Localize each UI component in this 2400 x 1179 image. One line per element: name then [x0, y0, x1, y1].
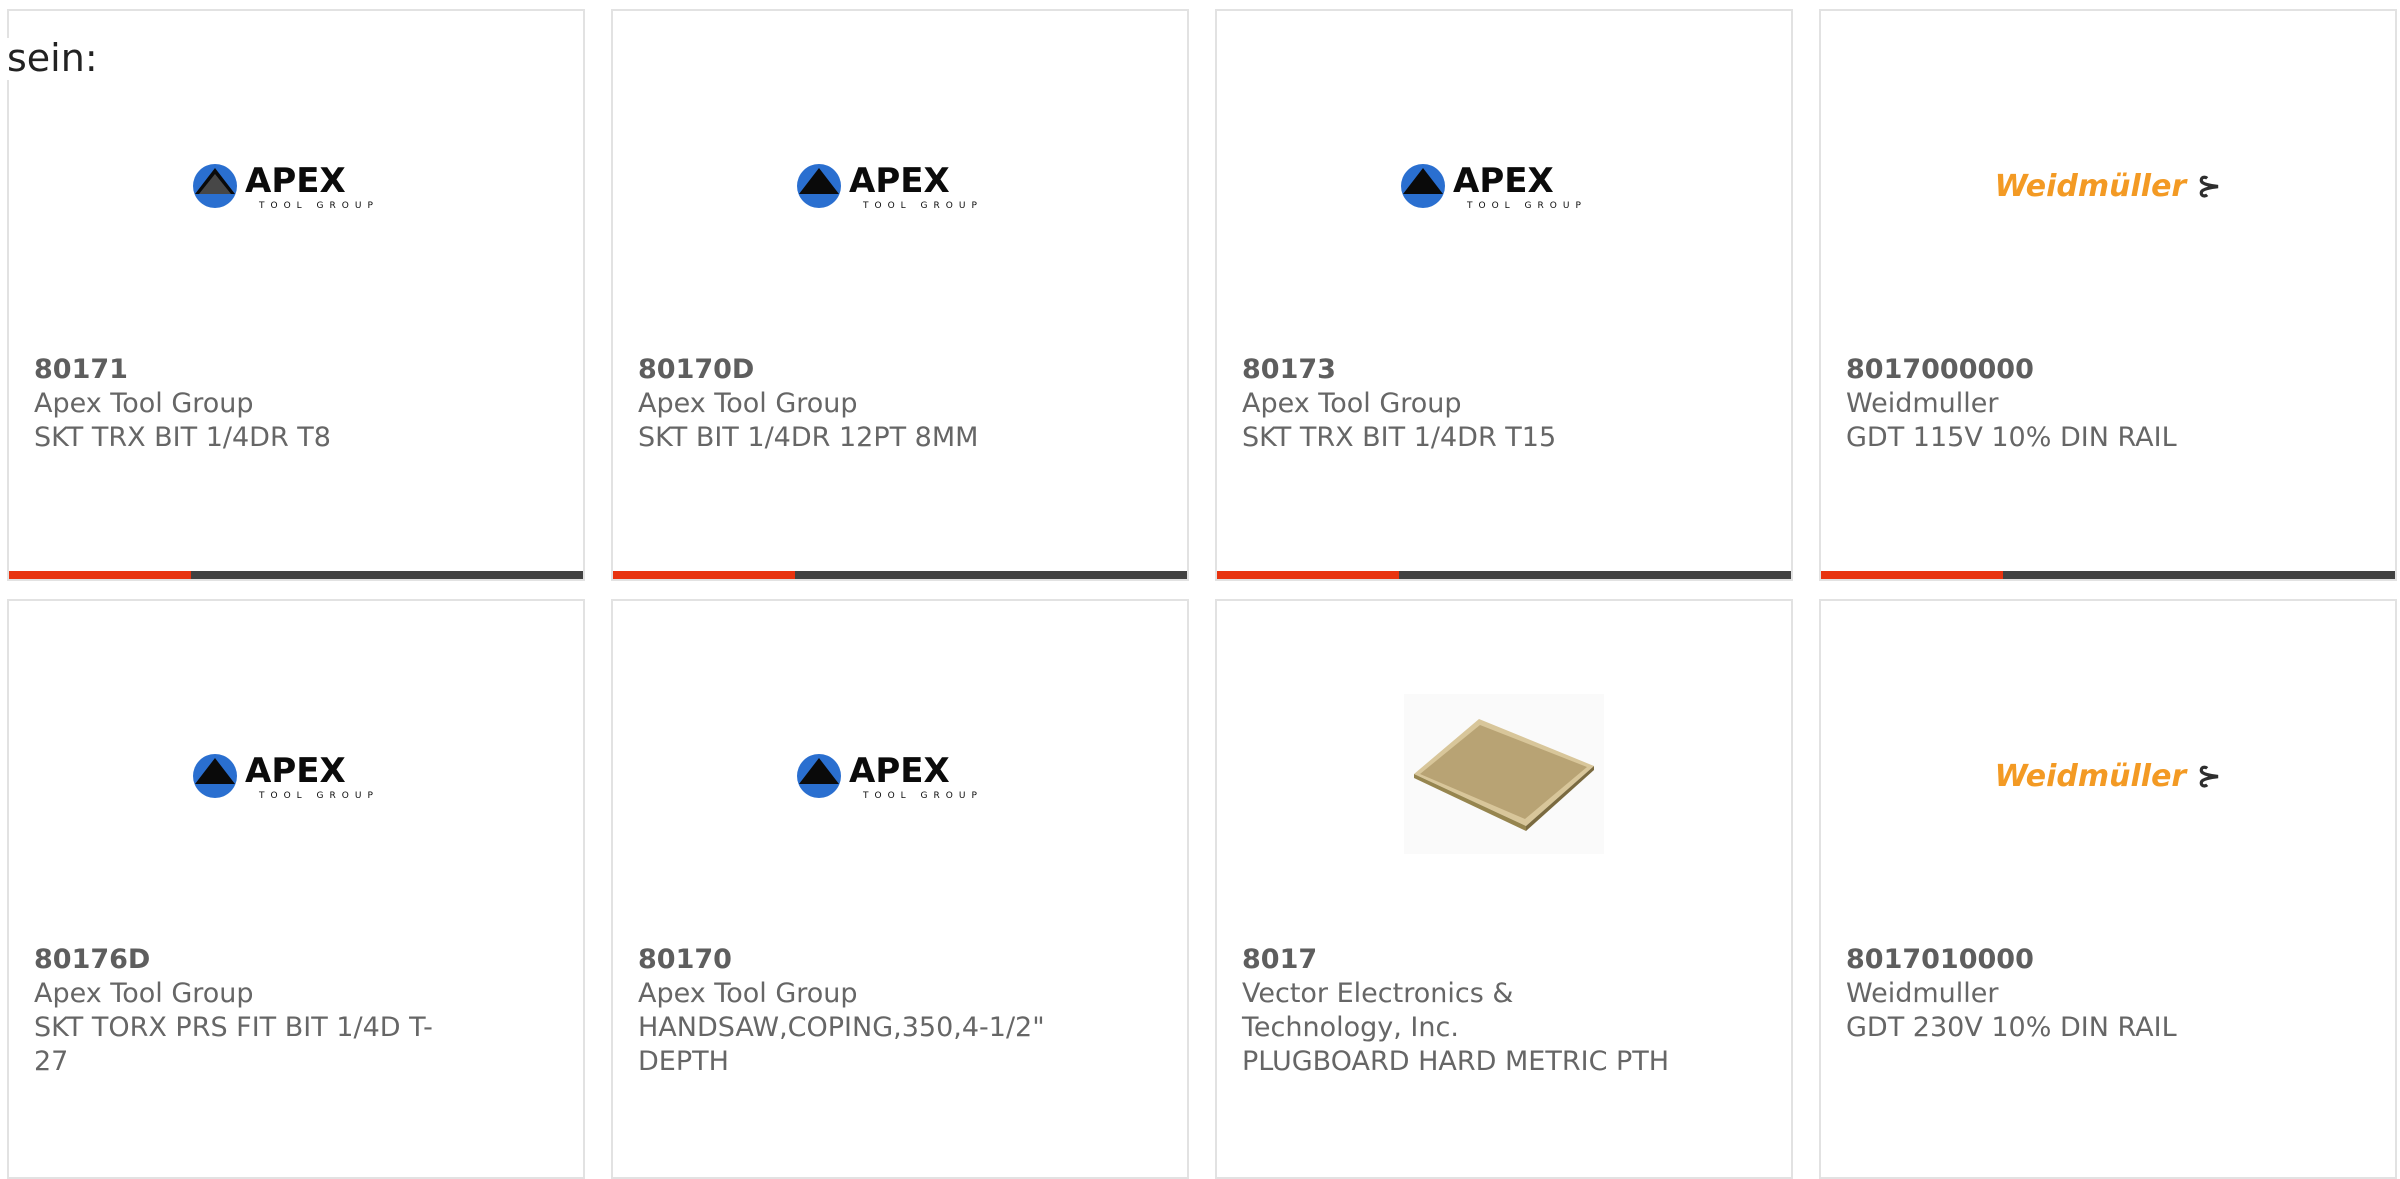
card-footer-bar — [1217, 571, 1791, 579]
product-card-80171[interactable]: APEX TOOL GROUP 80171 Apex Tool Group SK… — [7, 9, 585, 581]
svg-text:APEX: APEX — [849, 161, 950, 201]
product-image — [1217, 601, 1791, 951]
apex-logo-icon: APEX TOOL GROUP — [1399, 156, 1609, 216]
part-number[interactable]: 8017000000 — [1846, 353, 2370, 387]
apex-logo-icon: APEX TOOL GROUP — [191, 746, 401, 806]
product-description: SKT TRX BIT 1/4DR T15 — [1242, 422, 1557, 453]
svg-text:APEX: APEX — [245, 161, 346, 201]
manufacturer-name: Apex Tool Group — [34, 978, 254, 1009]
svg-text:TOOL GROUP: TOOL GROUP — [862, 791, 983, 801]
product-description: GDT 230V 10% DIN RAIL — [1846, 1012, 2177, 1043]
manufacturer-name: Vector Electronics & Technology, Inc. — [1242, 978, 1514, 1043]
manufacturer-name: Apex Tool Group — [1242, 388, 1462, 419]
product-image: APEX TOOL GROUP — [613, 11, 1187, 361]
card-footer-bar — [1821, 571, 2395, 579]
product-image: APEX TOOL GROUP — [1217, 11, 1791, 361]
product-image: Weidmüller ⊱ — [1821, 11, 2395, 361]
product-image: Weidmüller ⊱ — [1821, 601, 2395, 951]
svg-text:TOOL GROUP: TOOL GROUP — [862, 201, 983, 211]
svg-text:TOOL GROUP: TOOL GROUP — [258, 791, 379, 801]
manufacturer-name: Weidmuller — [1846, 978, 1999, 1009]
part-number[interactable]: 80170 — [638, 943, 1162, 977]
product-description: PLUGBOARD HARD METRIC PTH — [1242, 1046, 1670, 1077]
apex-logo-icon: APEX TOOL GROUP — [795, 746, 1005, 806]
part-number[interactable]: 8017010000 — [1846, 943, 2370, 977]
weidmuller-logo-icon: Weidmüller ⊱ — [1994, 168, 2222, 204]
part-number[interactable]: 80176D — [34, 943, 558, 977]
product-description: SKT BIT 1/4DR 12PT 8MM — [638, 422, 979, 453]
product-card-80173[interactable]: APEX TOOL GROUP 80173 Apex Tool Group SK… — [1215, 9, 1793, 581]
product-image: APEX TOOL GROUP — [613, 601, 1187, 951]
svg-text:TOOL GROUP: TOOL GROUP — [1466, 201, 1587, 211]
intro-text: sein: — [7, 36, 98, 80]
product-description: SKT TORX PRS FIT BIT 1/4D T-27 — [34, 1012, 433, 1077]
svg-text:APEX: APEX — [1453, 161, 1554, 201]
manufacturer-name: Apex Tool Group — [638, 978, 858, 1009]
product-card-8017[interactable]: 8017 Vector Electronics & Technology, In… — [1215, 599, 1793, 1179]
plugboard-image — [1404, 694, 1604, 858]
manufacturer-name: Apex Tool Group — [638, 388, 858, 419]
product-card-80176D[interactable]: APEX TOOL GROUP 80176D Apex Tool Group S… — [7, 599, 585, 1179]
part-number[interactable]: 80171 — [34, 353, 558, 387]
part-number[interactable]: 80173 — [1242, 353, 1766, 387]
product-card-8017000000[interactable]: Weidmüller ⊱ 8017000000 Weidmuller GDT 11… — [1819, 9, 2397, 581]
apex-logo-icon: APEX TOOL GROUP — [191, 156, 401, 216]
product-card-8017010000[interactable]: Weidmüller ⊱ 8017010000 Weidmuller GDT 23… — [1819, 599, 2397, 1179]
svg-text:APEX: APEX — [245, 751, 346, 791]
product-description: SKT TRX BIT 1/4DR T8 — [34, 422, 331, 453]
product-image: APEX TOOL GROUP — [9, 601, 583, 951]
card-footer-bar — [613, 571, 1187, 579]
svg-text:APEX: APEX — [849, 751, 950, 791]
manufacturer-name: Apex Tool Group — [34, 388, 254, 419]
product-description: HANDSAW,COPING,350,4-1/2" DEPTH — [638, 1012, 1045, 1077]
card-footer-bar — [9, 571, 583, 579]
product-card-80170D[interactable]: APEX TOOL GROUP 80170D Apex Tool Group S… — [611, 9, 1189, 581]
apex-logo-icon: APEX TOOL GROUP — [795, 156, 1005, 216]
product-description: GDT 115V 10% DIN RAIL — [1846, 422, 2177, 453]
product-card-80170[interactable]: APEX TOOL GROUP 80170 Apex Tool Group HA… — [611, 599, 1189, 1179]
svg-text:TOOL GROUP: TOOL GROUP — [258, 201, 379, 211]
weidmuller-logo-icon: Weidmüller ⊱ — [1994, 758, 2222, 794]
part-number[interactable]: 80170D — [638, 353, 1162, 387]
part-number[interactable]: 8017 — [1242, 943, 1766, 977]
manufacturer-name: Weidmuller — [1846, 388, 1999, 419]
